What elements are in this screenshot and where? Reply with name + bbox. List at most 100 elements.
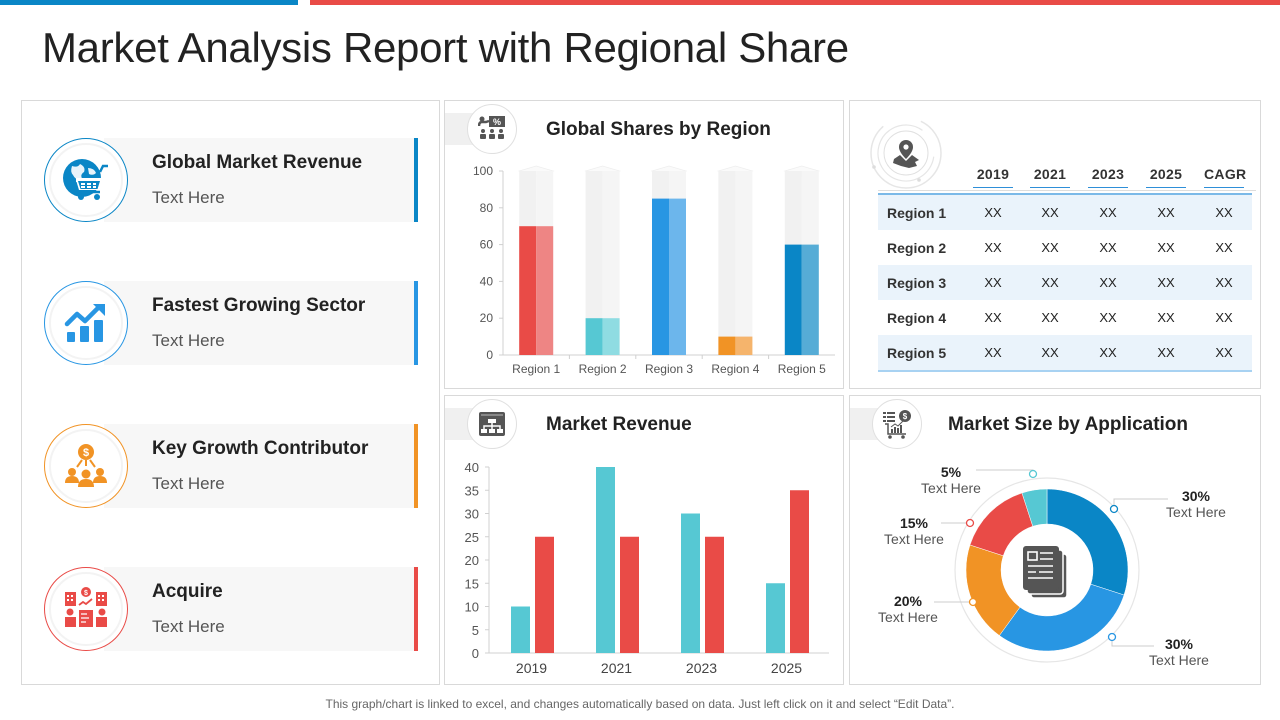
bar[interactable] — [519, 226, 537, 355]
table-cell: XX — [1157, 345, 1175, 360]
bar-group[interactable] — [650, 165, 688, 355]
bar-series-2[interactable] — [705, 536, 724, 653]
svg-text:$: $ — [83, 447, 89, 459]
regional-table: 2019 2021 2023 2025 CAGR Region 1 XX XX XX X… — [878, 161, 1256, 372]
card-text: Text Here — [152, 188, 225, 207]
leader-line — [1113, 498, 1168, 509]
bar-group[interactable] — [716, 165, 754, 355]
table-cell: XX — [984, 275, 1002, 290]
acquisition-icon: $ — [65, 587, 107, 627]
x-tick-label: 2025 — [771, 660, 802, 676]
y-tick-label: 30 — [465, 507, 479, 522]
metric-card-global-market-revenue[interactable]: Global Market Revenue Text Here — [44, 138, 418, 222]
bar-group[interactable] — [584, 165, 622, 355]
leader-line — [976, 469, 1034, 474]
slice-label: Text Here — [884, 531, 944, 547]
bar-group[interactable] — [517, 165, 555, 355]
market-revenue-chart[interactable]: 05101520253035402019 2021 2023 2025 — [445, 396, 845, 686]
slice-label: Text Here — [878, 609, 938, 625]
y-tick-label: 60 — [480, 238, 494, 252]
page-title: Market Analysis Report with Regional Sha… — [42, 24, 849, 71]
y-tick-label: 100 — [473, 164, 493, 178]
x-tick-label: Region 1 — [512, 362, 560, 376]
x-tick-label: Region 2 — [579, 362, 627, 376]
table-cell: XX — [1157, 275, 1175, 290]
bar[interactable] — [585, 318, 603, 355]
card-text: Text Here — [152, 474, 225, 493]
table-cell: XX — [1157, 240, 1175, 255]
market-size-panel: $ Market Size by Application 5% Text Her… — [849, 395, 1261, 685]
card-background — [104, 424, 418, 508]
slice-label: Text Here — [1149, 652, 1209, 668]
bar-series-2[interactable] — [620, 536, 639, 653]
bar-background — [718, 171, 736, 355]
donut-label-30-bottom: 30% Text Here — [1146, 636, 1212, 668]
bar[interactable] — [718, 336, 736, 355]
table-row: Region 4 XX XX XX XX XX — [878, 300, 1252, 335]
row-header: Region 5 — [887, 344, 947, 361]
bar[interactable] — [652, 198, 669, 355]
header-divider — [878, 190, 1256, 191]
svg-text:$: $ — [84, 590, 88, 597]
slice-percent: 5% — [940, 464, 962, 480]
y-tick-label: 25 — [465, 530, 479, 545]
bar-series-1[interactable] — [511, 606, 530, 654]
bar-series-1[interactable] — [596, 467, 615, 653]
x-tick-label: Region 4 — [711, 362, 759, 376]
key-metrics-panel: Global Market Revenue Text Here Fastest … — [21, 100, 440, 685]
metric-card-key-growth-contributor[interactable]: $ Key Growth Contributor Text Here — [44, 424, 418, 508]
card-accent-bar — [414, 281, 418, 365]
y-tick-label: 40 — [480, 274, 494, 288]
donut-label-5: 5% Text Here — [918, 464, 984, 496]
metric-card-fastest-growing-sector[interactable]: Fastest Growing Sector Text Here — [44, 281, 418, 365]
row-header: Region 2 — [887, 239, 947, 256]
column-header: 2021 — [1030, 166, 1070, 188]
card-title: Global Market Revenue — [152, 152, 363, 173]
table-cell: XX — [1215, 310, 1233, 325]
card-text: Text Here — [152, 617, 225, 636]
top-accent-bar-blue — [0, 0, 298, 5]
table-cell: XX — [1157, 205, 1175, 220]
card-icon-circle: $ — [44, 424, 128, 508]
table-cell: XX — [1099, 275, 1117, 290]
team-dollar-icon: $ — [65, 444, 107, 487]
y-tick-label: 35 — [465, 483, 479, 498]
bar-group[interactable] — [783, 165, 821, 355]
bar-series-2[interactable] — [790, 490, 809, 653]
y-tick-label: 0 — [472, 646, 479, 661]
table-cell: XX — [1099, 345, 1117, 360]
bar-highlight — [669, 198, 686, 355]
slice-label: Text Here — [921, 480, 981, 496]
table-row: Region 3 XX XX XX XX XX — [878, 265, 1252, 300]
global-shares-panel: % Global Shares by Region 0 20 40 60 80 100 Re… — [444, 100, 844, 389]
column-header: 2023 — [1088, 166, 1128, 188]
bar-highlight — [602, 318, 620, 355]
regional-table-panel: 2019 2021 2023 2025 CAGR Region 1 XX XX XX X… — [849, 100, 1261, 389]
table-cell: XX — [1215, 240, 1233, 255]
table-cell: XX — [1215, 205, 1233, 220]
table-bottom-border — [878, 370, 1252, 372]
card-icon-circle — [44, 138, 128, 222]
bar-series-1[interactable] — [766, 583, 785, 653]
y-tick-label: 40 — [465, 460, 479, 475]
card-background — [104, 281, 418, 365]
y-tick-label: 5 — [472, 623, 479, 638]
table-cell: XX — [1215, 275, 1233, 290]
metric-card-acquire[interactable]: $ Acquire Text Here — [44, 567, 418, 651]
card-title: Key Growth Contributor — [152, 438, 369, 459]
x-tick-label: 2021 — [601, 660, 632, 676]
card-title: Fastest Growing Sector — [152, 295, 366, 316]
card-icon-circle: $ — [44, 567, 128, 651]
card-icon-circle — [44, 281, 128, 365]
bar-series-1[interactable] — [681, 513, 700, 654]
table-cell: XX — [984, 205, 1002, 220]
bar-series-2[interactable] — [535, 536, 554, 653]
slice-percent: 20% — [893, 593, 923, 609]
y-tick-label: 20 — [465, 553, 479, 568]
bar[interactable] — [784, 244, 802, 355]
x-tick-label: 2023 — [686, 660, 717, 676]
bar-highlight — [801, 244, 819, 355]
document-stack-icon — [1023, 546, 1068, 599]
global-shares-chart[interactable]: 0 20 40 60 80 100 Region 1 Region 2 Region 3 Regi… — [445, 101, 845, 390]
y-tick-label: 15 — [465, 576, 479, 591]
